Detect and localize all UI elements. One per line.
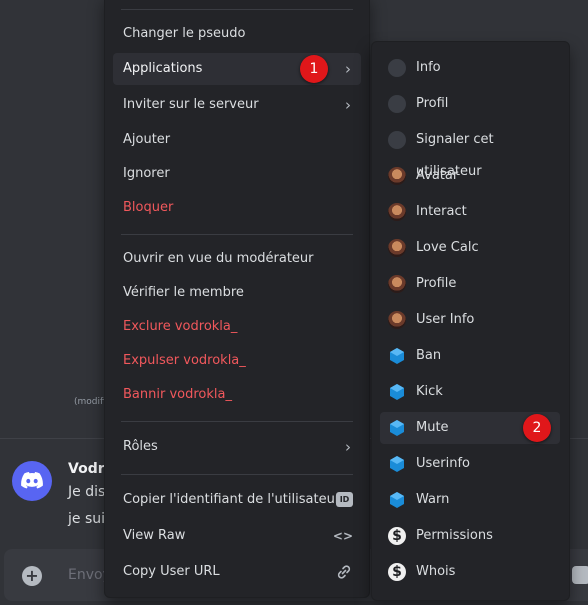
link-icon — [337, 565, 351, 579]
menu-item-ignore[interactable]: Ignorer — [113, 158, 361, 190]
emoji-icon[interactable] — [572, 566, 588, 584]
chevron-right-icon: › — [345, 96, 351, 114]
step-badge-1: 1 — [300, 55, 328, 83]
menu-separator — [121, 421, 353, 422]
message-line-1: Je dis — [68, 484, 106, 500]
blue-cube-icon — [390, 456, 404, 472]
menu-separator — [121, 474, 353, 475]
wolf-app-icon — [388, 131, 406, 149]
menu-item-add-friend[interactable]: Ajouter — [113, 124, 361, 156]
app-item-profile[interactable]: Profile — [380, 268, 560, 300]
menu-separator — [121, 9, 353, 10]
blue-cube-icon — [390, 420, 404, 436]
app-item-report-user[interactable]: Signaler cet utilisateur — [380, 124, 560, 179]
app-item-info[interactable]: Info — [380, 52, 560, 84]
app-item-ban[interactable]: Ban — [380, 340, 560, 372]
app-item-profil[interactable]: Profil — [380, 88, 560, 120]
menu-item-roles[interactable]: Rôles › — [113, 431, 361, 463]
avatar[interactable] — [12, 461, 52, 501]
dollar-s-icon: $ — [388, 527, 406, 545]
discord-logo-icon — [21, 472, 43, 489]
blue-cube-icon — [390, 348, 404, 364]
menu-item-invite-to-server[interactable]: Inviter sur le serveur › — [113, 89, 361, 121]
app-item-kick[interactable]: Kick — [380, 376, 560, 408]
anime-app-icon — [388, 239, 406, 257]
anime-app-icon — [388, 275, 406, 293]
blue-cube-icon — [390, 384, 404, 400]
anime-app-icon — [388, 167, 406, 185]
anime-app-icon — [388, 311, 406, 329]
app-item-userinfo[interactable]: Userinfo — [380, 448, 560, 480]
chevron-right-icon: › — [345, 60, 351, 78]
anime-app-icon — [388, 203, 406, 221]
menu-item-view-raw[interactable]: View Raw <> — [113, 520, 361, 552]
menu-item-applications[interactable]: Applications 1 › — [113, 53, 361, 85]
step-badge-2: 2 — [523, 414, 551, 442]
menu-item-kick-user[interactable]: Expulser vodrokla_ — [113, 345, 361, 377]
menu-item-copy-user-url[interactable]: Copy User URL — [113, 556, 361, 588]
chevron-right-icon: › — [345, 438, 351, 456]
app-item-warn[interactable]: Warn — [380, 484, 560, 516]
dollar-s-icon: $ — [388, 563, 406, 581]
user-context-menu: Changer le pseudo Applications 1 › Invit… — [104, 0, 370, 598]
app-item-love-calc[interactable]: Love Calc — [380, 232, 560, 264]
id-icon: ID — [336, 492, 353, 507]
app-item-mute[interactable]: Mute 2 — [380, 412, 560, 444]
menu-item-copy-user-id[interactable]: Copier l'identifiant de l'utilisateur ID — [113, 484, 361, 516]
menu-item-ban-user[interactable]: Bannir vodrokla_ — [113, 379, 361, 411]
applications-submenu: Info Profil Signaler cet utilisateur Ava… — [371, 41, 570, 601]
menu-separator — [121, 234, 353, 235]
wolf-app-icon — [388, 95, 406, 113]
blue-cube-icon — [390, 492, 404, 508]
wolf-app-icon — [388, 59, 406, 77]
add-attachment-icon[interactable]: + — [22, 566, 42, 586]
menu-item-block[interactable]: Bloquer — [113, 192, 361, 224]
app-item-whois[interactable]: $ Whois — [380, 556, 560, 588]
modified-label: (modifi — [74, 397, 106, 407]
app-item-avatar[interactable]: Avatar — [380, 160, 560, 192]
app-item-user-info[interactable]: User Info — [380, 304, 560, 336]
menu-item-moderator-view[interactable]: Ouvrir en vue du modérateur — [113, 243, 361, 275]
code-icon: <> — [332, 529, 353, 543]
menu-item-timeout-user[interactable]: Exclure vodrokla_ — [113, 311, 361, 343]
app-item-permissions[interactable]: $ Permissions — [380, 520, 560, 552]
menu-item-verify-member[interactable]: Vérifier le membre — [113, 277, 361, 309]
menu-item-change-nickname[interactable]: Changer le pseudo — [113, 18, 361, 50]
app-item-interact[interactable]: Interact — [380, 196, 560, 228]
